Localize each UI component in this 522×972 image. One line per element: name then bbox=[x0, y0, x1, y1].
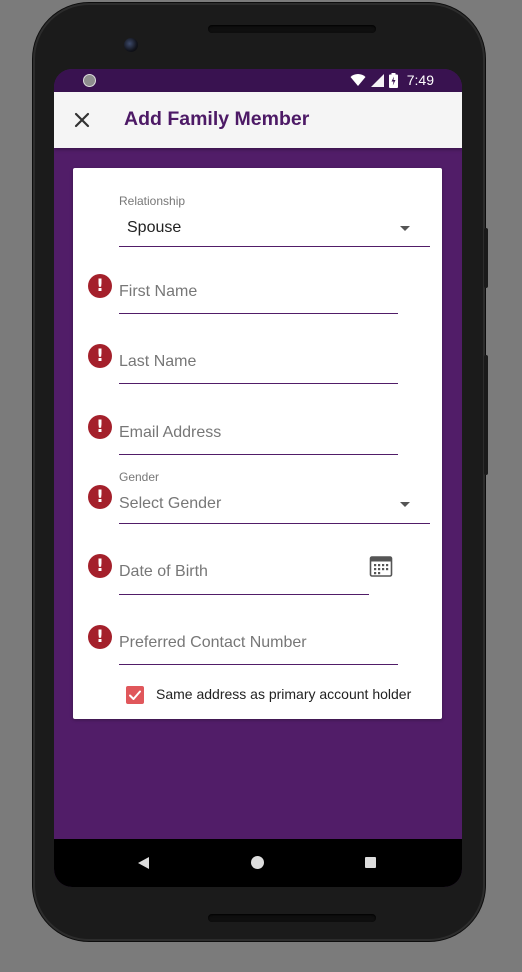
chevron-down-icon[interactable] bbox=[400, 502, 410, 507]
same-address-label: Same address as primary account holder bbox=[156, 686, 412, 702]
date-of-birth-input[interactable]: Date of Birth bbox=[119, 563, 208, 581]
signal-icon bbox=[370, 73, 384, 87]
status-icons: 7:49 bbox=[350, 72, 434, 88]
wifi-icon bbox=[350, 74, 366, 86]
bottom-speaker bbox=[208, 914, 376, 922]
page-title: Add Family Member bbox=[124, 108, 310, 130]
checkmark-icon bbox=[129, 690, 141, 700]
clock: 7:49 bbox=[406, 72, 434, 88]
navigation-bar bbox=[54, 839, 462, 887]
form-card: Relationship Spouse ! First Name ! Last … bbox=[73, 168, 442, 719]
notification-dot-icon bbox=[83, 74, 96, 87]
relationship-label: Relationship bbox=[119, 194, 186, 208]
email-underline bbox=[119, 454, 398, 456]
back-icon[interactable] bbox=[138, 857, 149, 869]
home-icon[interactable] bbox=[251, 856, 264, 869]
battery-icon bbox=[388, 72, 398, 88]
status-bar: 7:49 bbox=[54, 69, 462, 92]
first-name-input[interactable]: First Name bbox=[119, 283, 197, 301]
same-address-checkbox[interactable] bbox=[126, 686, 144, 704]
gender-underline bbox=[119, 523, 430, 525]
recents-icon[interactable] bbox=[365, 857, 376, 868]
date-of-birth-underline bbox=[119, 594, 369, 596]
last-name-underline bbox=[119, 383, 398, 385]
screen: 7:49 Add Family Member Relationship Spou… bbox=[54, 69, 462, 887]
email-input[interactable]: Email Address bbox=[119, 424, 221, 442]
app-bar: Add Family Member bbox=[54, 92, 462, 148]
relationship-underline bbox=[119, 246, 430, 248]
volume-button bbox=[484, 228, 488, 288]
front-camera bbox=[124, 38, 138, 52]
error-icon: ! bbox=[88, 344, 112, 368]
error-icon: ! bbox=[88, 274, 112, 298]
relationship-value[interactable]: Spouse bbox=[127, 219, 181, 237]
contact-number-input[interactable]: Preferred Contact Number bbox=[119, 634, 307, 652]
calendar-icon[interactable] bbox=[369, 554, 393, 578]
last-name-input[interactable]: Last Name bbox=[119, 353, 196, 371]
chevron-down-icon[interactable] bbox=[400, 226, 410, 231]
error-icon: ! bbox=[88, 625, 112, 649]
gender-select[interactable]: Select Gender bbox=[119, 495, 221, 513]
first-name-underline bbox=[119, 313, 398, 315]
error-icon: ! bbox=[88, 415, 112, 439]
error-icon: ! bbox=[88, 554, 112, 578]
error-icon: ! bbox=[88, 485, 112, 509]
power-button bbox=[484, 355, 488, 475]
close-icon[interactable] bbox=[68, 106, 96, 134]
contact-number-underline bbox=[119, 664, 398, 666]
earpiece-speaker bbox=[208, 25, 376, 33]
gender-label: Gender bbox=[119, 470, 160, 484]
